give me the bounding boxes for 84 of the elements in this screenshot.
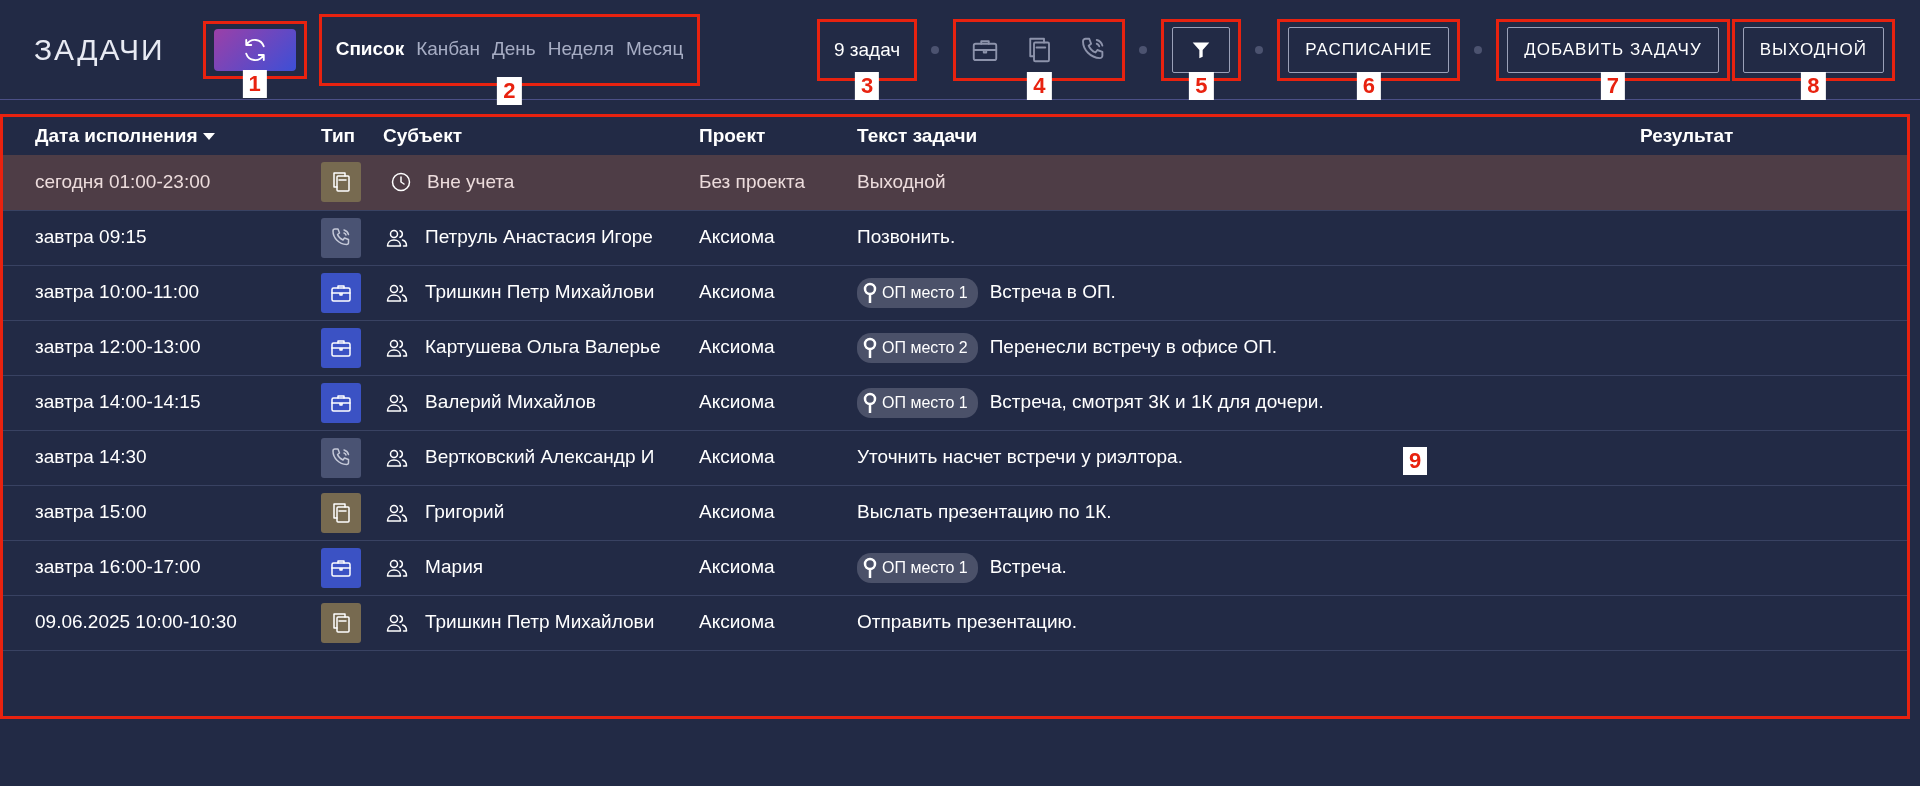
annotation-number: 8 [1801,71,1826,100]
date-cell: завтра 14:30 [35,446,147,468]
pin-icon [863,281,877,304]
project-cell: Аксиома [699,556,775,578]
subject-cell-text: Мария [425,555,484,580]
annotation-number: 2 [497,76,522,105]
project-cell: Аксиома [699,281,775,303]
table-row[interactable]: завтра 14:00-14:15 Валерий Михайлов Аксиома ОП место 1 Встреча, смотрят 3К и 1К для дочери. [3,375,1907,430]
task-text: Уточнить насчет встречи у риэлтора. [857,445,1183,470]
view-tab[interactable]: Канбан [410,35,486,64]
date-cell: завтра 16:00-17:00 [35,556,201,578]
table-row[interactable]: завтра 12:00-13:00 Картушева Ольга Валерье Аксиома ОП место 2 Перенесли встречу в офисе ОП. [3,320,1907,375]
date-cell: 09.06.2025 10:00-10:30 [35,611,237,633]
subject-cell-text: Тришкин Петр Михайлови [425,280,655,305]
pin-icon [863,391,877,414]
column-header: Текст задачи [857,124,978,146]
date-cell: завтра 10:00-11:00 [35,281,200,303]
table-row[interactable]: 09.06.2025 10:00-10:30 Тришкин Петр Михайлови Аксиома Отправить презентацию. [3,595,1907,650]
table-row[interactable]: завтра 10:00-11:00 Тришкин Петр Михайлови Аксиома ОП место 1 Встреча в ОП. [3,265,1907,320]
column-header: Тип [321,124,356,146]
table-row[interactable]: завтра 09:15 Петруль Анастасия Игоре Аксиома Позвонить. [3,210,1907,265]
view-tab[interactable]: Список [329,35,411,64]
subject-cell-text: Петруль Анастасия Игоре [425,225,653,250]
column-header: Проект [699,124,766,146]
subject-cell-text: Валерий Михайлов [425,390,596,415]
date-cell: завтра 12:00-13:00 [35,336,201,358]
date-cell: завтра 14:00-14:15 [35,391,201,413]
project-cell: Без проекта [699,171,806,192]
task-text: Перенесли встречу в офисе ОП. [989,335,1278,360]
annotation-number: 7 [1600,71,1626,100]
project-cell: Аксиома [699,226,775,248]
separator-dot [931,45,940,54]
separator-dot [1255,45,1264,54]
task-text: Встреча. [989,555,1067,580]
add-task-button[interactable]: ДОБАВИТЬ ЗАДАЧУ [1507,26,1719,73]
annotation-number: 6 [1356,71,1381,100]
task-text: Встреча, смотрят 3К и 1К для дочери. [989,390,1324,415]
separator-dot [1139,45,1148,54]
task-text: Выслать презентацию по 1К. [857,500,1112,525]
location-tag: ОП место 2 [857,332,978,363]
table-row[interactable]: завтра 15:00 Григорий Аксиома Выслать презентацию по 1К. [3,485,1907,540]
page-title: ЗАДАЧИ [34,32,165,68]
pin-icon [863,556,877,579]
subject-cell-text: Вне учета [427,170,515,194]
table-row[interactable]: завтра 16:00-17:00 Мария Аксиома ОП место 1 Встреча. [3,540,1907,595]
task-text: Отправить презентацию. [857,610,1078,635]
subject-cell-text: Вертковский Александр И [425,445,655,470]
schedule-button[interactable]: РАСПИСАНИЕ [1288,26,1450,73]
view-tab[interactable]: Неделя [541,35,620,64]
view-tab[interactable]: Месяц [620,35,690,64]
location-tag: ОП место 1 [857,387,978,418]
subject-cell-text: Картушева Ольга Валерье [425,335,661,360]
separator-dot [1474,45,1483,54]
subject-cell-text: Григорий [425,500,505,525]
table-row[interactable]: сегодня 01:00-23:00 Вне учета Без проекта Выходной [3,155,1907,210]
column-header[interactable]: Дата исполнения [35,124,215,146]
annotation-number: 9 [1403,447,1428,475]
date-cell: завтра 15:00 [35,501,147,523]
date-cell: завтра 09:15 [35,226,147,248]
annotation-number: 3 [855,71,880,100]
refresh-button[interactable] [213,28,296,71]
annotation-number: 5 [1189,71,1214,100]
day-off-button[interactable]: ВЫХОДНОЙ [1742,26,1884,73]
annotation-number: 4 [1027,71,1052,100]
view-tab[interactable]: День [485,35,542,64]
date-cell: сегодня 01:00-23:00 [35,171,211,192]
column-header: Субъект [383,124,462,146]
sort-caret-icon [202,132,215,141]
project-cell: Аксиома [699,611,775,633]
subject-cell-text: Тришкин Петр Михайлови [425,610,655,635]
project-cell: Аксиома [699,336,775,358]
task-text: Выходной [857,170,946,194]
project-cell: Аксиома [699,501,775,523]
location-tag: ОП место 1 [857,277,978,308]
annotation-number: 1 [242,69,267,98]
pin-icon [863,336,877,359]
column-header: Результат [1640,124,1734,146]
task-text: Встреча в ОП. [989,280,1116,305]
task-count: 9 задач [833,37,902,62]
location-tag: ОП место 1 [857,552,978,583]
task-text: Позвонить. [857,225,956,250]
project-cell: Аксиома [699,391,775,413]
filter-button[interactable] [1172,26,1231,73]
project-cell: Аксиома [699,446,775,468]
